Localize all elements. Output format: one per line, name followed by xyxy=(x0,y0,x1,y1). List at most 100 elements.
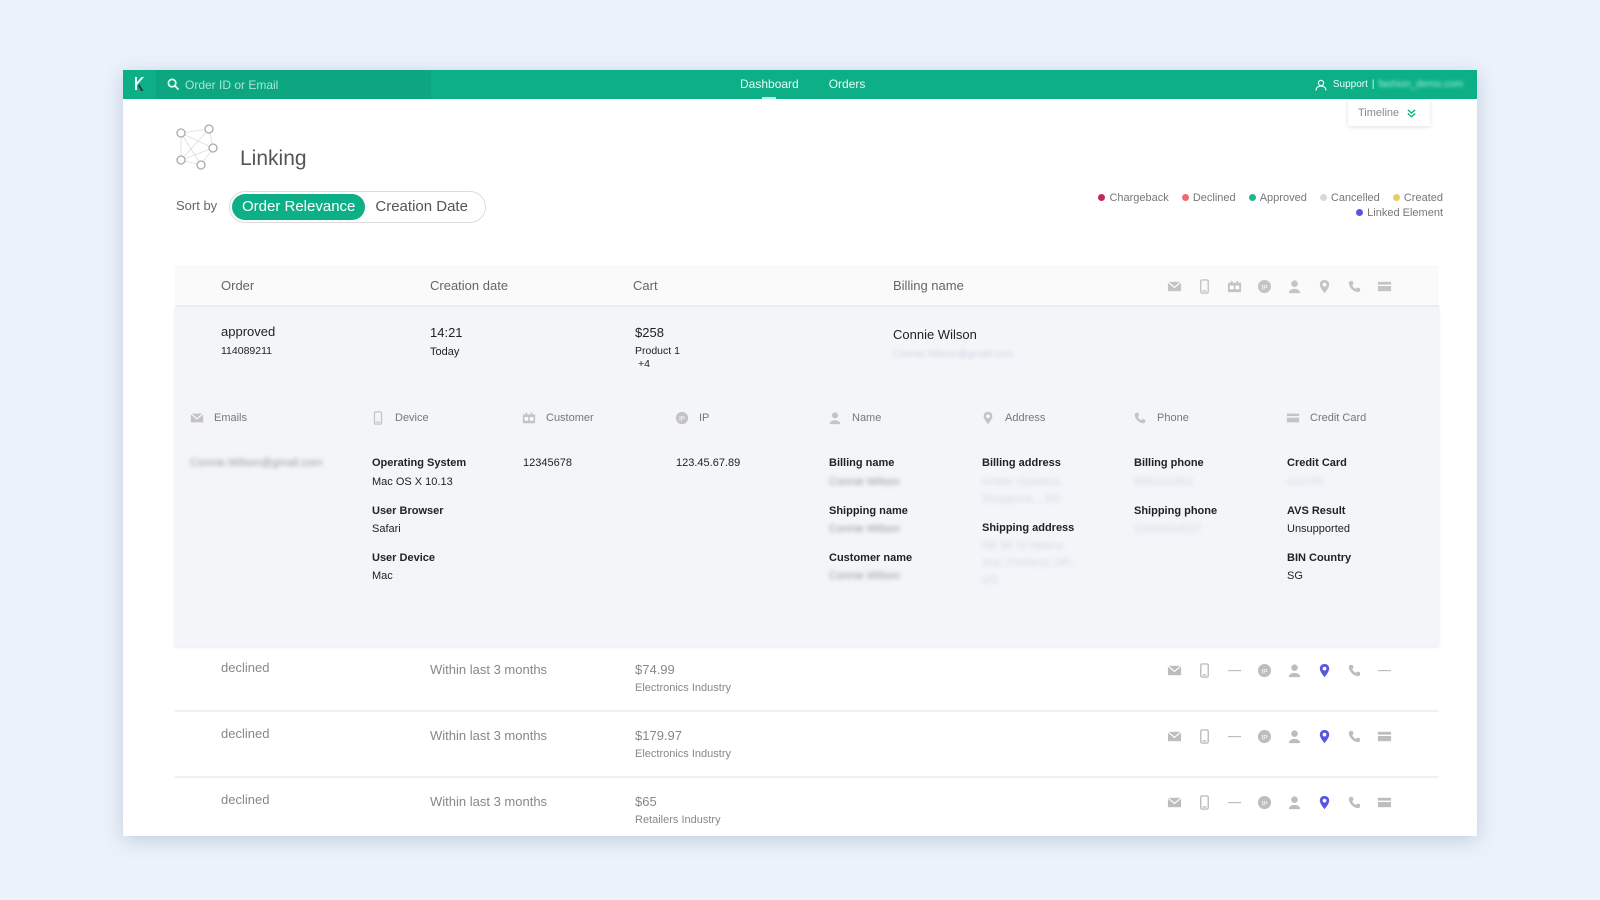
order-id: 114089211 xyxy=(221,345,272,357)
table-row[interactable]: declined Within last 3 months $65 Retail… xyxy=(175,778,1439,836)
legend-approved: Approved xyxy=(1248,191,1307,206)
legend-cancelled: Cancelled xyxy=(1319,191,1380,206)
link-header-label: IP xyxy=(699,412,710,424)
legend-label: Linked Element xyxy=(1367,207,1443,219)
created-dot xyxy=(1392,194,1400,201)
ip-icon xyxy=(1249,662,1279,678)
row-status: declined xyxy=(221,792,270,807)
row-status: declined xyxy=(221,726,270,741)
legend-linked-element: Linked Element xyxy=(1356,206,1443,221)
link-header-label: Emails xyxy=(214,412,248,424)
header-billing-name[interactable]: Billing name xyxy=(893,278,964,293)
account-name[interactable]: fashion_demo.com xyxy=(1379,79,1464,90)
app-window: Dashboard Orders Support | fashion_demo.… xyxy=(123,70,1477,836)
address-icon xyxy=(1309,728,1339,744)
support-link[interactable]: Support xyxy=(1333,79,1368,90)
order-amount: $258 xyxy=(635,325,664,340)
nav-orders[interactable]: Orders xyxy=(829,70,866,99)
link-header-label: Name xyxy=(852,412,882,424)
sort-label: Sort by xyxy=(176,198,218,213)
header-creation-date[interactable]: Creation date xyxy=(430,278,508,293)
legend-declined: Declined xyxy=(1181,191,1236,206)
expanded-order-row[interactable]: approved 114089211 14:21 Today $258 Prod… xyxy=(175,307,1439,646)
billing-address-line1: Amber Gardens, xyxy=(982,476,1063,488)
shipping-phone-label: Shipping phone xyxy=(1134,505,1218,517)
nav-dashboard[interactable]: Dashboard xyxy=(740,70,799,99)
app-logo-icon[interactable] xyxy=(131,75,149,93)
phone-icon xyxy=(1133,411,1147,425)
linked-orders-table: Order Creation date Cart Billing name ap… xyxy=(175,265,1439,836)
sort-toggle: Order Relevance Creation Date xyxy=(229,191,486,223)
ip-icon xyxy=(675,411,689,425)
bin-country-value: SG xyxy=(1287,570,1303,582)
row-link-icons xyxy=(1159,794,1399,810)
dash-icon xyxy=(1219,728,1249,744)
credit-card-icon xyxy=(1286,411,1300,425)
timeline-label: Timeline xyxy=(1358,107,1400,119)
row-industry: Electronics Industry xyxy=(635,682,731,694)
sort-order-relevance[interactable]: Order Relevance xyxy=(232,194,366,220)
order-product: Product 1 xyxy=(635,345,680,357)
status-legend: Chargeback Declined Approved Cancelled C… xyxy=(1063,191,1443,221)
customer-name-value: Connie Wilson xyxy=(829,570,900,582)
row-link-icons xyxy=(1159,662,1399,678)
support-area: Support | fashion_demo.com xyxy=(1315,70,1463,99)
link-header-label: Phone xyxy=(1157,412,1189,424)
billing-phone-value: 6591111852 xyxy=(1134,476,1193,488)
sort-creation-date[interactable]: Creation Date xyxy=(365,194,478,220)
address-icon xyxy=(1309,794,1339,810)
search-icon xyxy=(167,78,180,91)
device-icon xyxy=(371,411,385,425)
cancelled-dot xyxy=(1319,194,1327,201)
row-amount: $65 xyxy=(635,794,657,809)
email-icon xyxy=(1159,278,1189,294)
customer-id-value: 12345678 xyxy=(523,457,572,469)
shipping-address-line3: US xyxy=(982,574,998,586)
avs-result-label: AVS Result xyxy=(1287,505,1346,517)
device-icon xyxy=(1189,278,1219,294)
link-header-device: Device xyxy=(371,411,429,425)
row-industry: Electronics Industry xyxy=(635,748,731,760)
address-icon xyxy=(1309,662,1339,678)
name-icon xyxy=(1279,662,1309,678)
top-bar: Dashboard Orders Support | fashion_demo.… xyxy=(123,70,1477,99)
customer-icon xyxy=(1219,278,1249,294)
table-header: Order Creation date Cart Billing name xyxy=(175,265,1439,307)
ip-icon xyxy=(1249,794,1279,810)
shipping-address-line2: Ave, Portland, OR, xyxy=(982,557,1074,569)
legend-chargeback: Chargeback xyxy=(1098,191,1169,206)
dash-icon xyxy=(1369,662,1399,678)
link-header-label: Credit Card xyxy=(1310,412,1367,424)
link-header-emails: Emails xyxy=(190,411,247,425)
device-icon xyxy=(1189,662,1219,678)
linking-graph-icon xyxy=(176,124,218,170)
row-date: Within last 3 months xyxy=(430,728,548,743)
table-row[interactable]: declined Within last 3 months $179.97 El… xyxy=(175,712,1439,778)
search-input[interactable] xyxy=(185,75,415,94)
billing-email: Connie.Wilson@gmail.com xyxy=(893,349,1014,360)
timeline-button[interactable]: Timeline xyxy=(1348,100,1430,126)
support-separator: | xyxy=(1371,79,1375,90)
dash-icon xyxy=(1219,662,1249,678)
email-value: Connie.Wilson@gmail.com xyxy=(190,457,323,469)
name-icon xyxy=(828,411,842,425)
link-header-name: Name xyxy=(828,411,881,425)
legend-label: Created xyxy=(1403,192,1443,204)
device-icon xyxy=(1189,794,1219,810)
header-order[interactable]: Order xyxy=(221,278,254,293)
header-cart[interactable]: Cart xyxy=(633,278,658,293)
link-header-credit-card: Credit Card xyxy=(1286,411,1366,425)
user-icon xyxy=(1315,79,1327,91)
table-row[interactable]: declined Within last 3 months $74.99 Ele… xyxy=(175,646,1439,712)
page-title: Linking xyxy=(240,147,307,170)
phone-icon xyxy=(1339,728,1369,744)
row-date: Within last 3 months xyxy=(430,662,548,677)
email-icon xyxy=(1159,794,1189,810)
link-header-address: Address xyxy=(981,411,1045,425)
shipping-name-value: Connie Wilson xyxy=(829,523,900,535)
billing-name-label: Billing name xyxy=(829,457,895,469)
row-link-icons xyxy=(1159,728,1399,744)
row-amount: $179.97 xyxy=(635,728,682,743)
bin-country-label: BIN Country xyxy=(1287,552,1352,564)
link-header-label: Customer xyxy=(546,412,594,424)
